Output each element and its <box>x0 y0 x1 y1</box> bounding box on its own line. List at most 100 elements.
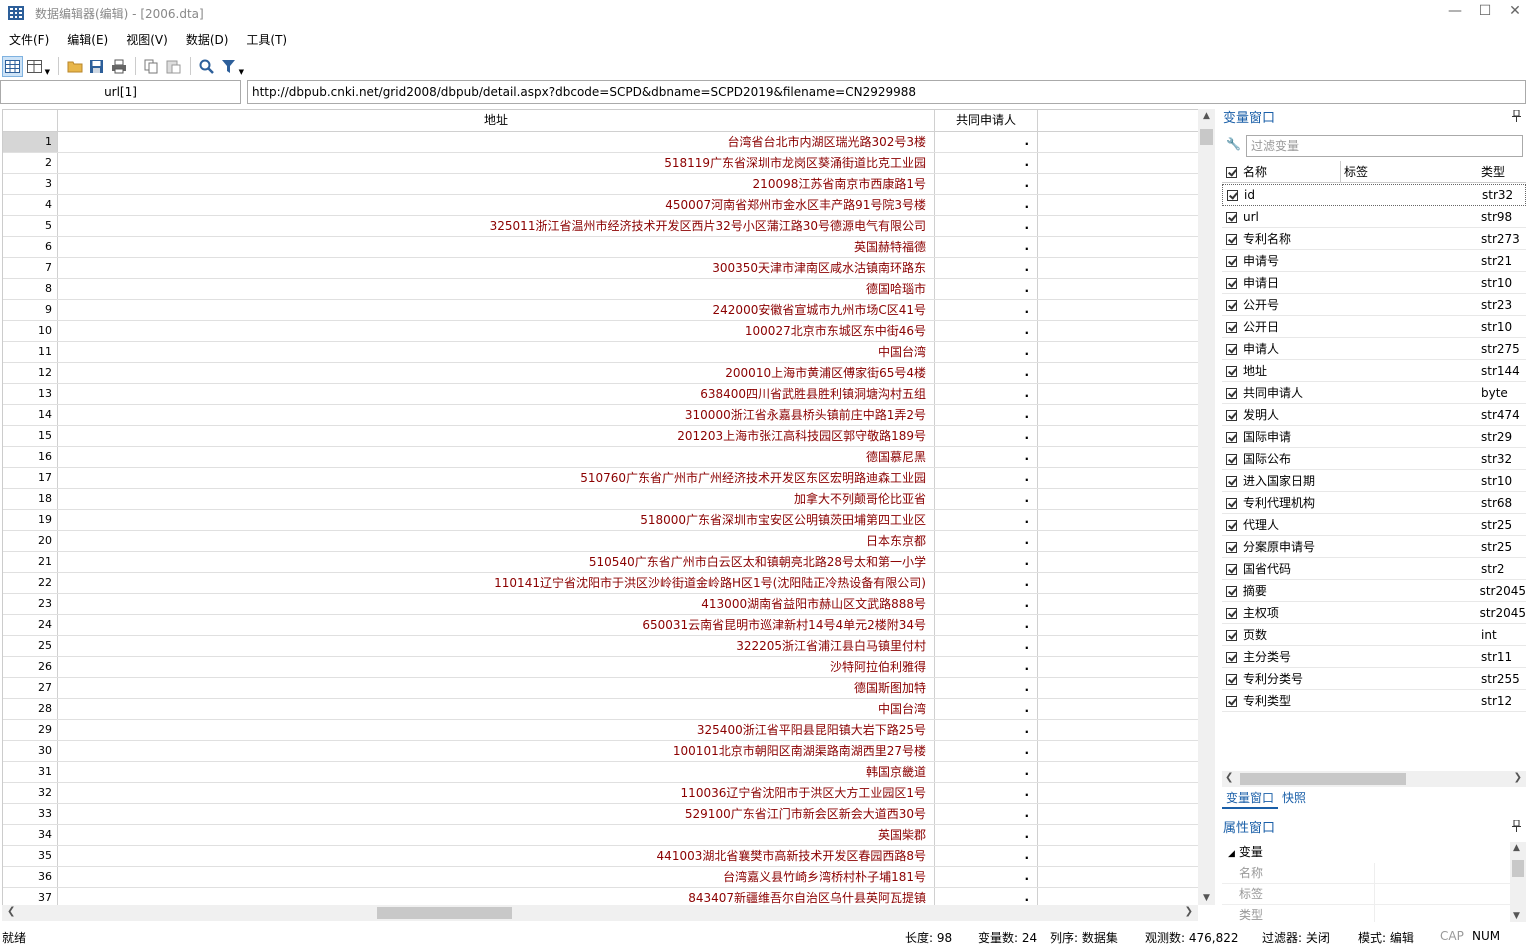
checkbox-icon[interactable] <box>1226 211 1237 223</box>
table-row[interactable]: 1 台湾省台北市内湖区瑞光路302号3楼. <box>3 132 1198 153</box>
row-number[interactable]: 1 <box>3 132 58 152</box>
checkbox-icon[interactable] <box>1226 299 1237 311</box>
variable-checkbox[interactable] <box>1222 210 1241 224</box>
table-row[interactable]: 26 沙特阿拉伯利雅得. <box>3 657 1198 678</box>
row-number[interactable]: 22 <box>3 573 58 593</box>
table-row[interactable]: 15 201203上海市张江高科技园区郭守敬路189号. <box>3 426 1198 447</box>
checkbox-icon[interactable] <box>1226 343 1237 355</box>
cell-co-applicant[interactable]: . <box>935 846 1038 866</box>
cell-address[interactable]: 518119广东省深圳市龙岗区葵涌街道比克工业园 <box>58 153 935 173</box>
column-header-address[interactable]: 地址 <box>58 110 935 131</box>
variable-checkbox[interactable] <box>1222 650 1241 664</box>
variable-checkbox[interactable] <box>1222 562 1241 576</box>
menu-view[interactable]: 视图(V) <box>117 31 177 48</box>
cell-co-applicant[interactable]: . <box>935 279 1038 299</box>
cell-address[interactable]: 中国台湾 <box>58 699 935 719</box>
table-row[interactable]: 8 德国哈瑙市. <box>3 279 1198 300</box>
variables-header-name[interactable]: 名称 <box>1241 161 1341 182</box>
checkbox-icon[interactable] <box>1226 321 1237 333</box>
variable-checkbox[interactable] <box>1222 584 1241 598</box>
cell-co-applicant[interactable]: . <box>935 153 1038 173</box>
property-row[interactable]: 标签 <box>1222 884 1512 905</box>
row-number[interactable]: 34 <box>3 825 58 845</box>
cell-address[interactable]: 325011浙江省温州市经济技术开发区西片32号小区蒲江路30号德源电气有限公司 <box>58 216 935 236</box>
variable-row[interactable]: 申请号 str21 <box>1222 250 1526 272</box>
cell-co-applicant[interactable]: . <box>935 657 1038 677</box>
variable-row[interactable]: 分案原申请号 str25 <box>1222 536 1526 558</box>
cell-name-box[interactable]: url[1] <box>0 80 241 104</box>
cell-address[interactable]: 201203上海市张江高科技园区郭守敬路189号 <box>58 426 935 446</box>
variable-row[interactable]: 国省代码 str2 <box>1222 558 1526 580</box>
row-number[interactable]: 11 <box>3 342 58 362</box>
cell-address[interactable]: 加拿大不列颠哥伦比亚省 <box>58 489 935 509</box>
property-row[interactable]: 类型 <box>1222 905 1512 922</box>
checkbox-icon[interactable] <box>1226 695 1237 707</box>
variable-checkbox[interactable] <box>1222 694 1241 708</box>
cell-co-applicant[interactable]: . <box>935 741 1038 761</box>
cell-address[interactable]: 100101北京市朝阳区南湖渠路南湖西里27号楼 <box>58 741 935 761</box>
table-row[interactable]: 10 100027北京市东城区东中街46号. <box>3 321 1198 342</box>
table-row[interactable]: 22 110141辽宁省沈阳市于洪区沙岭街道金岭路H区1号(沈阳陆正冷热设备有限公… <box>3 573 1198 594</box>
variable-checkbox[interactable] <box>1222 232 1241 246</box>
table-row[interactable]: 2 518119广东省深圳市龙岗区葵涌街道比克工业园. <box>3 153 1198 174</box>
cell-co-applicant[interactable]: . <box>935 216 1038 236</box>
grid-view-icon[interactable] <box>2 55 23 77</box>
variable-row[interactable]: 国际申请 str29 <box>1222 426 1526 448</box>
menu-edit[interactable]: 编辑(E) <box>58 31 117 48</box>
scroll-thumb[interactable] <box>1512 860 1524 877</box>
row-number[interactable]: 15 <box>3 426 58 446</box>
cell-co-applicant[interactable]: . <box>935 174 1038 194</box>
collapse-triangle-icon[interactable]: ◢ <box>1228 849 1235 859</box>
cell-co-applicant[interactable]: . <box>935 300 1038 320</box>
table-row[interactable]: 5 325011浙江省温州市经济技术开发区西片32号小区蒲江路30号德源电气有限公… <box>3 216 1198 237</box>
cell-address[interactable]: 210098江苏省南京市西康路1号 <box>58 174 935 194</box>
row-number[interactable]: 33 <box>3 804 58 824</box>
variable-checkbox[interactable] <box>1222 628 1241 642</box>
row-number[interactable]: 20 <box>3 531 58 551</box>
variable-row[interactable]: 公开号 str23 <box>1222 294 1526 316</box>
table-row[interactable]: 28 中国台湾. <box>3 699 1198 720</box>
table-row[interactable]: 32 110036辽宁省沈阳市于洪区大方工业园区1号. <box>3 783 1198 804</box>
cell-co-applicant[interactable]: . <box>935 594 1038 614</box>
variable-checkbox[interactable] <box>1222 430 1241 444</box>
variable-row[interactable]: 专利分类号 str255 <box>1222 668 1526 690</box>
cell-co-applicant[interactable]: . <box>935 783 1038 803</box>
variable-checkbox[interactable] <box>1222 474 1241 488</box>
table-row[interactable]: 13 638400四川省武胜县胜利镇洞塘沟村五组. <box>3 384 1198 405</box>
row-number-header[interactable] <box>3 110 58 131</box>
save-icon[interactable] <box>86 56 107 77</box>
cell-address[interactable]: 322205浙江省浦江县白马镇里付村 <box>58 636 935 656</box>
variable-row[interactable]: 专利代理机构 str68 <box>1222 492 1526 514</box>
cell-address[interactable]: 518000广东省深圳市宝安区公明镇茨田埔第四工业区 <box>58 510 935 530</box>
paste-icon[interactable] <box>163 56 184 77</box>
checkbox-icon[interactable] <box>1226 651 1237 663</box>
variable-checkbox[interactable] <box>1222 364 1241 378</box>
variable-checkbox[interactable] <box>1222 298 1241 312</box>
variables-header-label[interactable]: 标签 <box>1341 161 1481 182</box>
chevron-down-icon[interactable]: ▼ <box>239 68 244 76</box>
properties-group-variable[interactable]: ◢ 变量 <box>1222 842 1512 863</box>
variables-header-type[interactable]: 类型 <box>1481 161 1526 182</box>
cell-address[interactable]: 台湾省台北市内湖区瑞光路302号3楼 <box>58 132 935 152</box>
variable-checkbox[interactable] <box>1222 408 1241 422</box>
cell-co-applicant[interactable]: . <box>935 258 1038 278</box>
checkbox-icon[interactable] <box>1226 585 1237 597</box>
maximize-button[interactable]: ☐ <box>1470 3 1500 19</box>
checkbox-icon[interactable] <box>1226 431 1237 443</box>
variables-manager-icon[interactable]: ▼ <box>24 56 50 77</box>
scroll-up-icon[interactable]: ▲ <box>1198 111 1215 121</box>
cell-co-applicant[interactable]: . <box>935 888 1038 905</box>
cell-address[interactable]: 450007河南省郑州市金水区丰产路91号院3号楼 <box>58 195 935 215</box>
checkbox-icon[interactable] <box>1226 673 1237 685</box>
row-number[interactable]: 24 <box>3 615 58 635</box>
scroll-thumb[interactable] <box>1240 773 1406 785</box>
pin-icon[interactable] <box>1512 817 1521 841</box>
cell-address[interactable]: 英国柴郡 <box>58 825 935 845</box>
checkbox-icon[interactable] <box>1226 409 1237 421</box>
table-row[interactable]: 4 450007河南省郑州市金水区丰产路91号院3号楼. <box>3 195 1198 216</box>
cell-co-applicant[interactable]: . <box>935 342 1038 362</box>
row-number[interactable]: 26 <box>3 657 58 677</box>
row-number[interactable]: 10 <box>3 321 58 341</box>
variable-checkbox[interactable] <box>1222 254 1241 268</box>
chevron-down-icon[interactable]: ▼ <box>45 68 50 76</box>
